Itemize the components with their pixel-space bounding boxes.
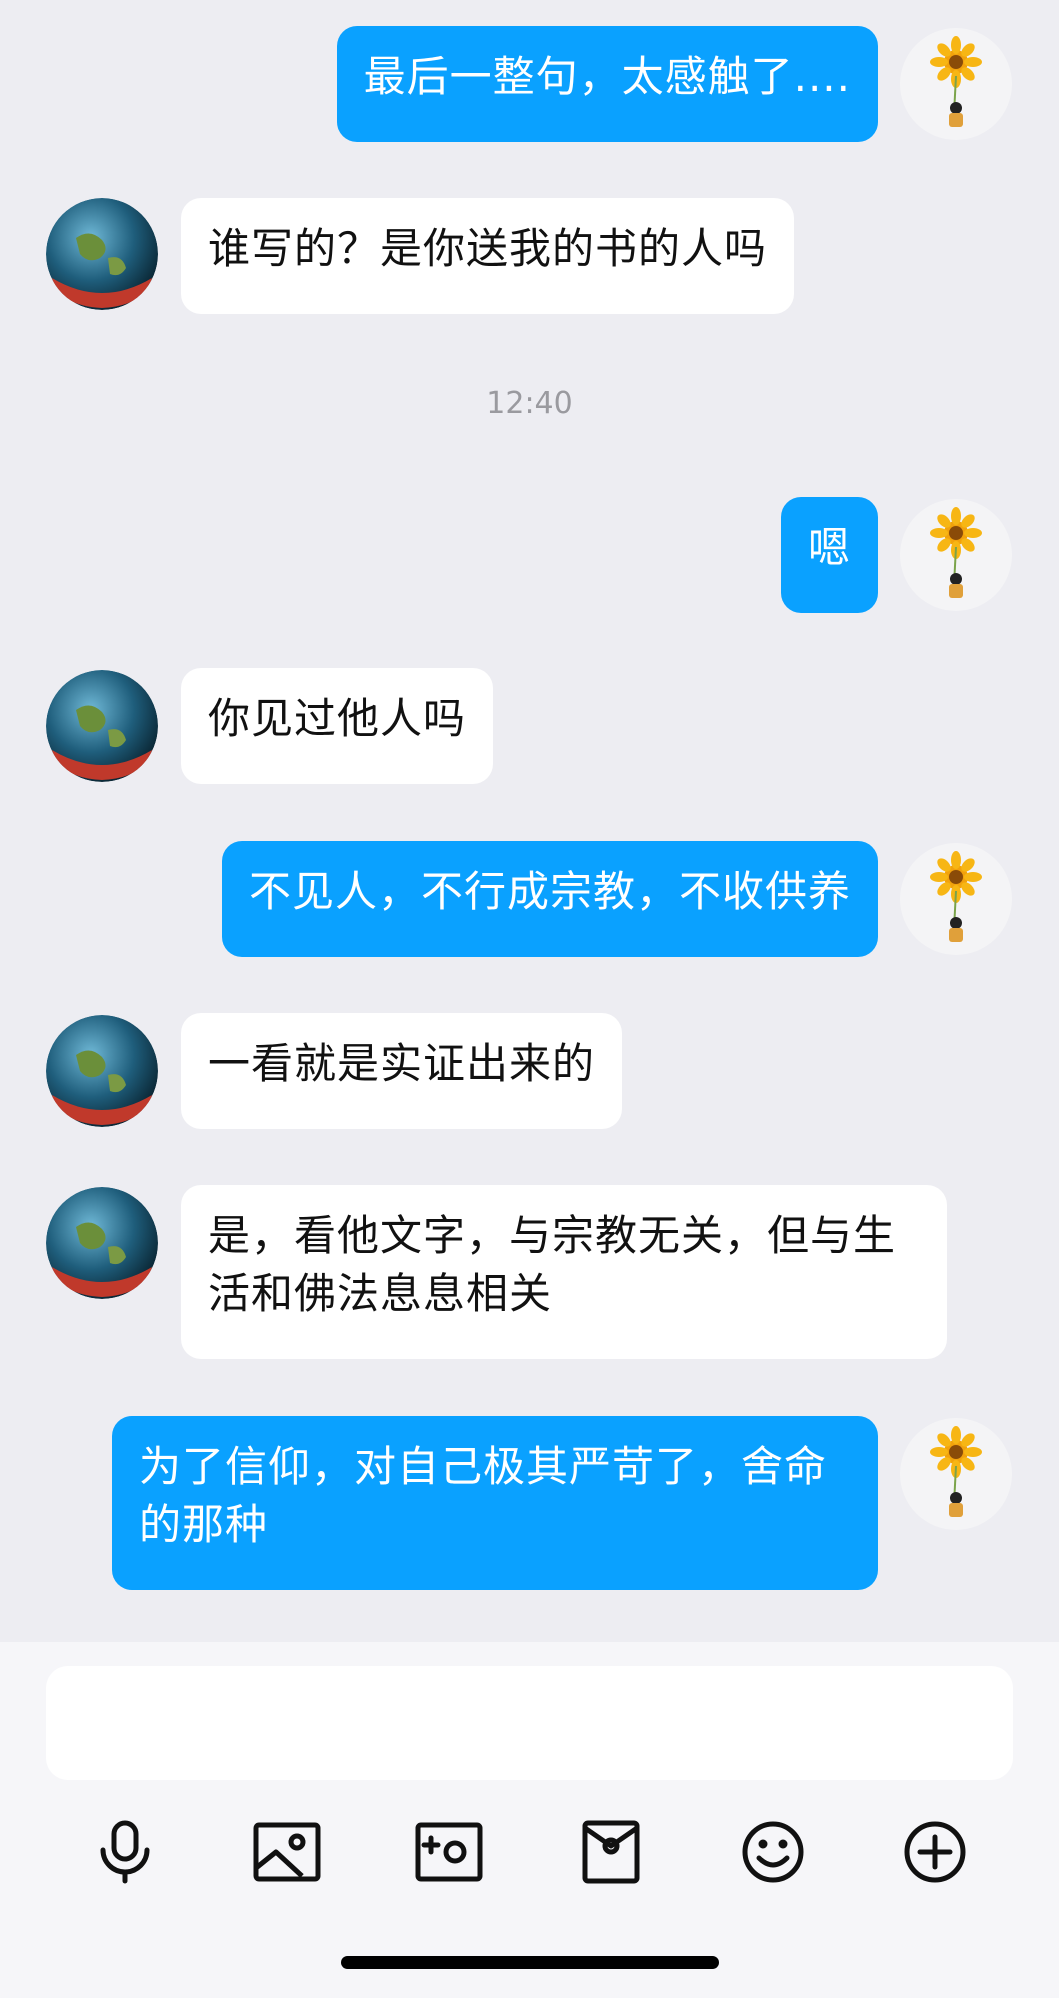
image-icon[interactable] bbox=[237, 1802, 337, 1902]
camera-icon[interactable] bbox=[399, 1802, 499, 1902]
contact-avatar[interactable] bbox=[46, 1187, 158, 1299]
chat-area: 最后一整句，太感触了.... 谁写的？是你送我的书的人吗 12:40 嗯 你见过… bbox=[0, 0, 1059, 1640]
message-input[interactable] bbox=[46, 1666, 1013, 1780]
emoji-icon[interactable] bbox=[723, 1802, 823, 1902]
message-bubble-sent[interactable]: 不见人，不行成宗教，不收供养 bbox=[221, 841, 878, 957]
input-area bbox=[0, 1642, 1059, 1998]
contact-avatar[interactable] bbox=[46, 1015, 158, 1127]
my-avatar[interactable] bbox=[900, 499, 1012, 611]
plus-icon[interactable] bbox=[885, 1802, 985, 1902]
message-bubble-sent[interactable]: 为了信仰，对自己极其严苛了，舍命的那种 bbox=[112, 1416, 878, 1590]
message-row: 你见过他人吗 bbox=[0, 668, 1059, 784]
message-bubble-received[interactable]: 一看就是实证出来的 bbox=[181, 1013, 623, 1129]
message-row: 不见人，不行成宗教，不收供养 bbox=[0, 841, 1059, 957]
message-bubble-received[interactable]: 谁写的？是你送我的书的人吗 bbox=[181, 198, 795, 314]
message-row: 是，看他文字，与宗教无关，但与生活和佛法息息相关 bbox=[0, 1185, 1059, 1359]
my-avatar[interactable] bbox=[900, 843, 1012, 955]
home-indicator bbox=[341, 1956, 719, 1969]
message-row: 一看就是实证出来的 bbox=[0, 1013, 1059, 1129]
message-bubble-received[interactable]: 是，看他文字，与宗教无关，但与生活和佛法息息相关 bbox=[181, 1185, 947, 1359]
message-bubble-sent[interactable]: 嗯 bbox=[780, 497, 878, 613]
message-row: 嗯 bbox=[0, 497, 1059, 613]
message-row: 为了信仰，对自己极其严苛了，舍命的那种 bbox=[0, 1416, 1059, 1590]
message-bubble-received[interactable]: 你见过他人吗 bbox=[181, 668, 494, 784]
my-avatar[interactable] bbox=[900, 28, 1012, 140]
message-row: 最后一整句，太感触了.... bbox=[0, 26, 1059, 142]
message-bubble-sent[interactable]: 最后一整句，太感触了.... bbox=[336, 26, 878, 142]
my-avatar[interactable] bbox=[900, 1418, 1012, 1530]
message-row: 谁写的？是你送我的书的人吗 bbox=[0, 198, 1059, 314]
contact-avatar[interactable] bbox=[46, 198, 158, 310]
message-timestamp: 12:40 bbox=[486, 386, 573, 421]
red-packet-icon[interactable] bbox=[561, 1802, 661, 1902]
contact-avatar[interactable] bbox=[46, 670, 158, 782]
input-toolbar bbox=[0, 1802, 1059, 1902]
microphone-icon[interactable] bbox=[75, 1802, 175, 1902]
